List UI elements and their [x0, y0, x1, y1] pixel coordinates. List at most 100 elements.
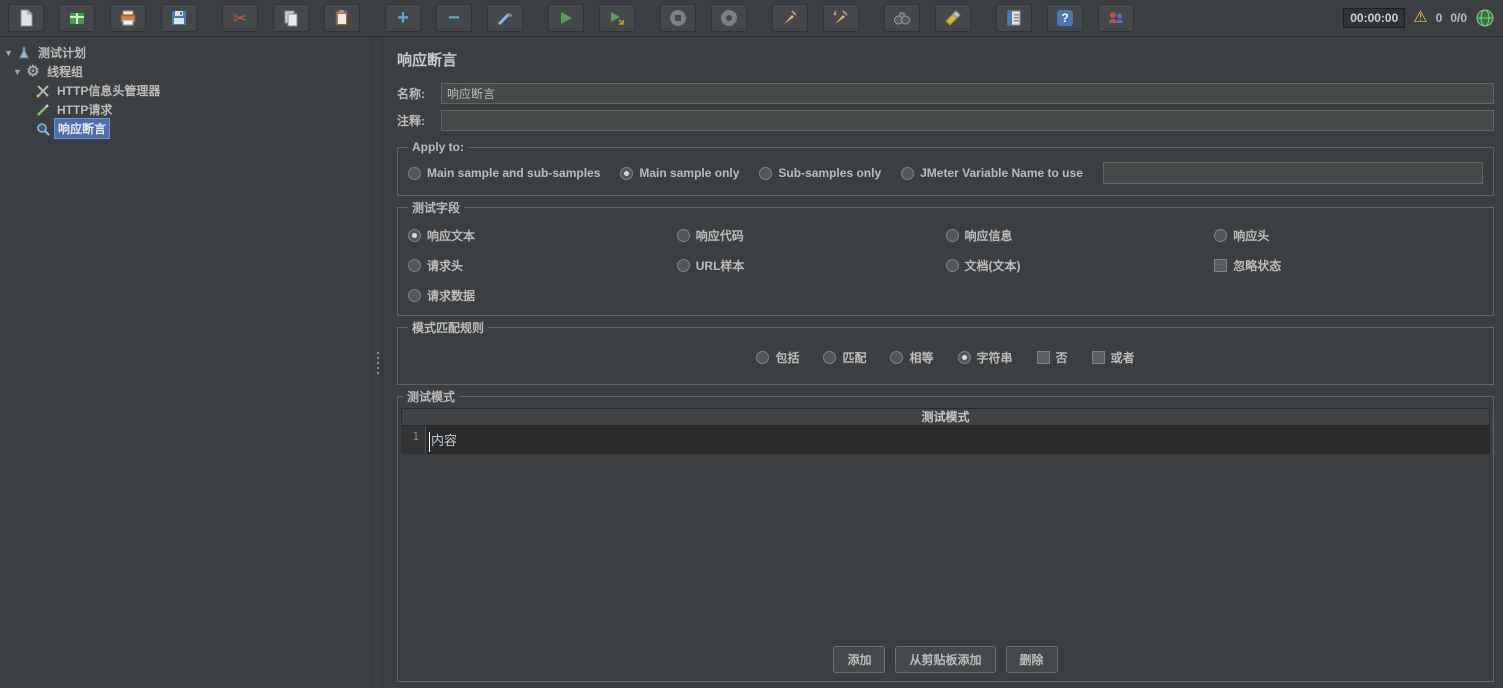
radio-circle-icon [890, 351, 904, 364]
radio-response-text[interactable]: 响应文本 [408, 227, 677, 244]
search-button[interactable] [884, 4, 920, 32]
function-helper-icon [1007, 10, 1021, 26]
tree-item-http-request[interactable]: HTTP请求 [0, 100, 372, 119]
checkbox-not[interactable]: 否 [1036, 349, 1068, 366]
radio-circle-icon [945, 229, 959, 242]
chevron-down-icon[interactable]: ▼ [11, 67, 24, 77]
radio-main-sample-only[interactable]: Main sample only [620, 166, 739, 180]
cut-button[interactable]: ✂ [222, 4, 258, 32]
start-button[interactable] [548, 4, 584, 32]
stop-icon [670, 10, 686, 26]
radio-label: 请求头 [427, 259, 464, 273]
tree-item-label: HTTP信息头管理器 [57, 84, 161, 98]
paste-icon [335, 10, 348, 26]
open-button[interactable] [110, 4, 146, 32]
name-input[interactable] [441, 83, 1494, 104]
pattern-matching-rules-group: 模式匹配规则 包括 匹配 相等 字符串 否 或者 [397, 319, 1494, 385]
paste-button[interactable] [324, 4, 360, 32]
save-icon [172, 11, 186, 25]
help-icon: ? [1057, 10, 1073, 26]
toggle-button[interactable] [487, 4, 523, 32]
radio-label: 字符串 [976, 351, 1013, 365]
test-plan-icon [15, 46, 33, 60]
toolbar-group-edit: ✂ [222, 4, 360, 32]
pattern-row[interactable]: 1 内容 [401, 426, 1490, 454]
header-manager-icon [34, 84, 52, 98]
shutdown-button[interactable] [711, 4, 747, 32]
add-from-clipboard-button[interactable]: 从剪贴板添加 [895, 646, 996, 673]
line-number: 1 [401, 426, 426, 454]
radio-response-code[interactable]: 响应代码 [676, 227, 946, 244]
save-button[interactable] [161, 4, 197, 32]
templates-button[interactable] [59, 4, 95, 32]
radio-main-sample-and-subsamples[interactable]: Main sample and sub-samples [408, 166, 600, 180]
toolbar-group-clear [772, 4, 859, 32]
radio-circle-icon [408, 259, 421, 272]
checkbox-label: 或者 [1110, 351, 1135, 365]
apply-to-options: Main sample and sub-samples Main sample … [406, 157, 1485, 188]
add-button[interactable]: 添加 [833, 646, 886, 673]
comments-input[interactable] [441, 110, 1494, 131]
radio-circle-icon [408, 166, 421, 180]
tree-item-test-plan[interactable]: ▼ 测试计划 [0, 43, 372, 62]
collapse-all-button[interactable]: − [436, 4, 472, 32]
checkbox-or[interactable]: 或者 [1091, 349, 1135, 366]
radio-request-data[interactable]: 请求数据 [408, 287, 677, 304]
patterns-to-test-legend: 测试模式 [407, 390, 456, 404]
comments-row: 注释: [397, 110, 1494, 131]
open-icon [120, 10, 136, 26]
chevron-down-icon[interactable]: ▼ [2, 48, 15, 58]
radio-matches[interactable]: 匹配 [823, 349, 866, 366]
remote-globe-icon [1476, 9, 1494, 27]
tree-item-response-assertion[interactable]: 响应断言 [0, 118, 372, 139]
start-no-pauses-button[interactable] [599, 4, 635, 32]
radio-substring[interactable]: 字符串 [957, 349, 1013, 366]
radio-sub-samples-only[interactable]: Sub-samples only [759, 166, 881, 180]
field-to-test-options: 响应文本 响应代码 响应信息 响应头 请求头 URL样本 文档(文本) 忽略状态… [406, 219, 1485, 308]
shutdown-icon [721, 10, 737, 26]
radio-label: JMeter Variable Name to use [920, 166, 1083, 180]
radio-response-headers[interactable]: 响应头 [1214, 227, 1483, 244]
tree-item-label: 响应断言 [54, 118, 111, 139]
search-reset-button[interactable] [935, 4, 971, 32]
radio-label: 包括 [775, 351, 800, 365]
radio-contains[interactable]: 包括 [756, 349, 799, 366]
toolbar-group-misc: ? [996, 4, 1134, 32]
copy-button[interactable] [273, 4, 309, 32]
tree-item-label: 测试计划 [38, 46, 87, 60]
apply-to-legend: Apply to: [412, 140, 464, 154]
radio-equals[interactable]: 相等 [890, 349, 934, 366]
checkbox-ignore-status[interactable]: 忽略状态 [1214, 257, 1483, 274]
radio-circle-icon [945, 259, 959, 272]
radio-response-message[interactable]: 响应信息 [945, 227, 1215, 244]
panel-splitter[interactable] [372, 37, 383, 688]
tree-item-http-header-manager[interactable]: HTTP信息头管理器 [0, 81, 372, 100]
new-button[interactable] [8, 4, 44, 32]
toolbar-group-search [884, 4, 971, 32]
pattern-cell-editor[interactable]: 内容 [426, 426, 1490, 454]
toggle-icon [497, 12, 513, 26]
radio-jmeter-variable[interactable]: JMeter Variable Name to use [901, 166, 1083, 180]
log-warning-icon[interactable]: ⚠ [1413, 10, 1427, 26]
radio-document-text[interactable]: 文档(文本) [945, 257, 1215, 274]
expand-all-button[interactable]: + [385, 4, 421, 32]
tree-item-thread-group[interactable]: ▼ ⚙ 线程组 [0, 62, 372, 81]
radio-label: 响应代码 [695, 229, 744, 243]
jmeter-variable-input[interactable] [1102, 162, 1483, 184]
function-helper-button[interactable] [996, 4, 1032, 32]
radio-url-sampled[interactable]: URL样本 [676, 257, 946, 274]
expand-all-icon: + [397, 7, 409, 29]
clear-button[interactable] [772, 4, 808, 32]
radio-label: 响应头 [1233, 229, 1270, 243]
stop-button[interactable] [660, 4, 696, 32]
pattern-matching-options: 包括 匹配 相等 字符串 否 或者 [406, 339, 1485, 377]
radio-request-headers[interactable]: 请求头 [408, 257, 677, 274]
about-button[interactable] [1098, 4, 1134, 32]
field-to-test-legend: 测试字段 [412, 201, 461, 215]
radio-circle-icon [620, 166, 634, 180]
clear-all-button[interactable] [823, 4, 859, 32]
help-button[interactable]: ? [1047, 4, 1083, 32]
tree-item-label: HTTP请求 [57, 103, 113, 117]
delete-button[interactable]: 删除 [1005, 646, 1058, 673]
radio-label: Main sample only [639, 166, 740, 180]
